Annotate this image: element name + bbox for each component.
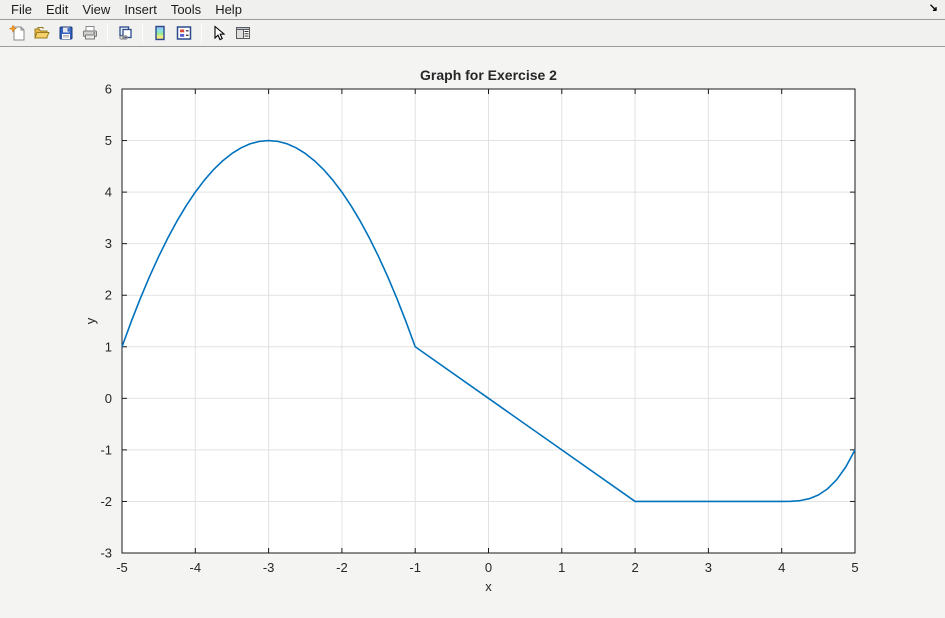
- x-tick-label: 4: [778, 560, 785, 575]
- menu-edit[interactable]: Edit: [39, 0, 75, 19]
- menubar: File Edit View Insert Tools Help ↘: [0, 0, 945, 20]
- mouse-pointer-icon: [210, 24, 228, 42]
- x-tick-label: -3: [263, 560, 275, 575]
- x-tick-label: -2: [336, 560, 348, 575]
- y-tick-label: -3: [100, 546, 112, 561]
- figure-properties-button[interactable]: [172, 21, 196, 45]
- menu-view[interactable]: View: [75, 0, 117, 19]
- y-axis-label: y: [83, 317, 98, 324]
- y-tick-label: 2: [105, 288, 112, 303]
- figure-canvas: -5 -4 -3 -2 -1 0 1 2 3 4 5 -3 -2 -1 0 1 2 3 4 5 6 Graph for E…: [0, 47, 945, 616]
- x-tick-label: -4: [190, 560, 202, 575]
- y-tick-label: 1: [105, 339, 112, 354]
- copy-clipboard-button[interactable]: [113, 21, 137, 45]
- new-document-icon: [9, 24, 27, 42]
- save-floppy-icon: [57, 24, 75, 42]
- toolbar-separator: [201, 23, 202, 43]
- y-tick-label: 5: [105, 133, 112, 148]
- menu-help[interactable]: Help: [208, 0, 249, 19]
- menu-insert[interactable]: Insert: [117, 0, 164, 19]
- toolbar-separator: [142, 23, 143, 43]
- y-tick-label: 6: [105, 82, 112, 97]
- x-tick-label: 2: [631, 560, 638, 575]
- x-tick-label: 0: [485, 560, 492, 575]
- colormap-gradient-icon: [151, 24, 169, 42]
- print-figure-button[interactable]: [78, 21, 102, 45]
- x-tick-label: -1: [409, 560, 421, 575]
- save-figure-button[interactable]: [54, 21, 78, 45]
- colormap-button[interactable]: [148, 21, 172, 45]
- x-tick-label: -5: [116, 560, 128, 575]
- y-tick-label: -1: [100, 442, 112, 457]
- pointer-mode-button[interactable]: [207, 21, 231, 45]
- side-panel-icon: [234, 24, 252, 42]
- x-tick-label: 5: [851, 560, 858, 575]
- y-tick-label: 0: [105, 391, 112, 406]
- copy-link-icon: [116, 24, 134, 42]
- chart-title: Graph for Exercise 2: [420, 67, 557, 83]
- open-folder-icon: [33, 24, 51, 42]
- properties-dialog-icon: [175, 24, 193, 42]
- menu-file[interactable]: File: [4, 0, 39, 19]
- resize-arrow-icon: ↘: [929, 1, 938, 14]
- y-tick-label: 4: [105, 185, 112, 200]
- open-figure-button[interactable]: [30, 21, 54, 45]
- figure-plot: -5 -4 -3 -2 -1 0 1 2 3 4 5 -3 -2 -1 0 1 2 3 4 5 6 Graph for E…: [0, 47, 945, 616]
- x-tick-label: 3: [705, 560, 712, 575]
- figure-toolbar: [0, 20, 945, 47]
- y-tick-label: 3: [105, 236, 112, 251]
- printer-icon: [81, 24, 99, 42]
- toggle-panel-button[interactable]: [231, 21, 255, 45]
- new-figure-button[interactable]: [6, 21, 30, 45]
- menu-tools[interactable]: Tools: [164, 0, 208, 19]
- y-tick-label: -2: [100, 494, 112, 509]
- toolbar-separator: [107, 23, 108, 43]
- x-axis-label: x: [485, 579, 492, 594]
- x-tick-label: 1: [558, 560, 565, 575]
